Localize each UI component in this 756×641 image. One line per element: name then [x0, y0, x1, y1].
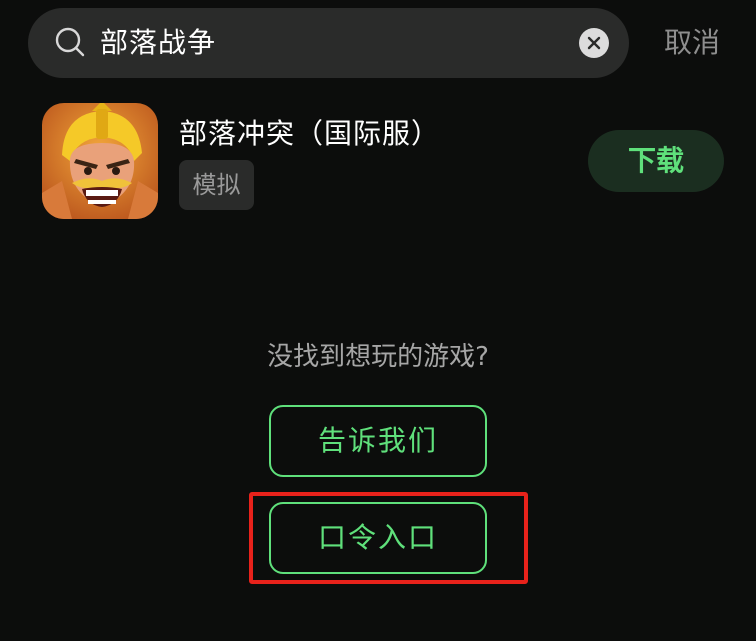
search-bar[interactable]: 部落战争	[28, 8, 629, 78]
download-button[interactable]: 下载	[588, 130, 724, 192]
cancel-button[interactable]: 取消	[664, 8, 720, 78]
app-name[interactable]: 部落冲突（国际服）	[179, 112, 440, 152]
search-icon	[55, 27, 85, 57]
search-results-page: 部落战争 取消 部落冲突（国际服） 模拟 下载 没找到想玩的游戏? 告诉我们 口…	[0, 0, 756, 641]
not-found-prompt: 没找到想玩的游戏?	[267, 342, 489, 372]
close-icon	[587, 36, 601, 50]
tell-us-button[interactable]: 告诉我们	[269, 405, 487, 477]
search-input[interactable]: 部落战争	[100, 8, 216, 78]
search-result-item[interactable]: 部落冲突（国际服） 模拟 下载	[0, 100, 756, 225]
clear-search-button[interactable]	[579, 28, 609, 58]
app-icon[interactable]	[42, 103, 158, 219]
app-category-tag: 模拟	[179, 160, 254, 210]
highlight-annotation-box	[249, 492, 528, 584]
